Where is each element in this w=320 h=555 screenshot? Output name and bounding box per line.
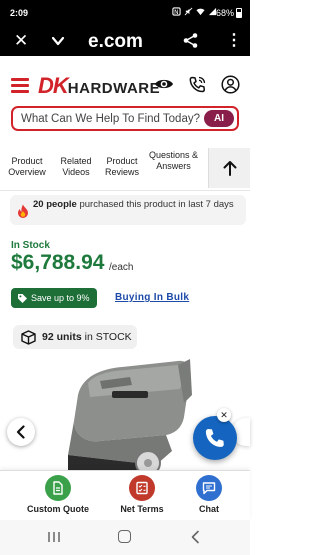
units-label: in STOCK: [81, 331, 132, 343]
purchase-text: purchased this product in last 7 days: [76, 199, 234, 210]
back-icon[interactable]: [190, 530, 200, 544]
purchase-count: 20 people: [33, 199, 77, 210]
purchase-activity-text: 20 people purchased this product in last…: [33, 199, 243, 210]
net-terms-label: Net Terms: [120, 504, 164, 514]
units-in-stock: 92 units in STOCK: [13, 325, 137, 349]
net-terms-button[interactable]: Net Terms: [108, 475, 176, 514]
price-unit: /each: [109, 262, 134, 273]
tab-questions-answers[interactable]: Questions & Answers: [146, 150, 201, 172]
bottom-action-bar: Custom Quote Net Terms Chat: [0, 470, 250, 520]
chat-icon: [196, 475, 222, 501]
user-account-icon[interactable]: [221, 75, 240, 94]
browser-url[interactable]: e.com: [88, 31, 143, 53]
product-tabs: Product Overview Related Videos Product …: [0, 148, 250, 188]
status-icons: N: [172, 7, 217, 16]
buying-in-bulk-link[interactable]: Buying In Bulk: [115, 292, 189, 303]
tab-related-videos[interactable]: Related Videos: [55, 156, 97, 178]
battery-percent: 68%: [215, 8, 234, 18]
custom-quote-button[interactable]: Custom Quote: [22, 475, 94, 514]
chevron-left-icon: [16, 425, 25, 439]
browser-toolbar: ✕ e.com ⋮: [0, 28, 250, 56]
package-icon: [21, 330, 36, 345]
chat-button[interactable]: Chat: [188, 475, 230, 514]
document-icon: [45, 475, 71, 501]
menu-icon[interactable]: [11, 78, 29, 93]
status-bar: 2:09 N 68%: [0, 0, 250, 28]
dk-hardware-logo[interactable]: DK HARDWARE: [38, 73, 161, 98]
tabs-divider: [0, 190, 250, 191]
close-icon[interactable]: ✕: [14, 31, 28, 51]
status-time: 2:09: [10, 8, 29, 18]
checklist-icon: [129, 475, 155, 501]
phone-icon[interactable]: [188, 75, 207, 94]
home-icon[interactable]: [118, 530, 131, 543]
more-vertical-icon[interactable]: ⋮: [226, 33, 242, 49]
custom-quote-label: Custom Quote: [27, 504, 89, 514]
stock-status: In Stock: [11, 240, 50, 251]
wifi-icon: [196, 8, 205, 16]
tab-product-reviews[interactable]: Product Reviews: [101, 156, 143, 178]
product-image[interactable]: [60, 355, 200, 473]
tab-product-overview[interactable]: Product Overview: [5, 156, 49, 178]
share-icon[interactable]: [182, 32, 199, 49]
chevron-down-icon[interactable]: [50, 33, 66, 49]
arrow-up-icon: [223, 161, 237, 176]
nfc-icon: N: [172, 7, 181, 16]
scroll-up-button[interactable]: [208, 148, 250, 188]
call-button[interactable]: [193, 416, 237, 460]
recent-apps-icon[interactable]: [47, 531, 61, 543]
product-price: $6,788.94: [11, 251, 105, 274]
carousel-prev-button[interactable]: [7, 418, 35, 446]
logo-hardware: HARDWARE: [67, 80, 161, 97]
ai-assistant-button[interactable]: AI: [204, 110, 234, 127]
android-nav-bar: [0, 520, 250, 555]
eye-icon[interactable]: [154, 77, 174, 91]
save-badge-label: Save up to 9%: [31, 293, 90, 303]
logo-dk: DK: [38, 73, 69, 98]
site-header: DK HARDWARE: [0, 64, 250, 104]
units-count: 92 units: [42, 331, 82, 343]
phone-icon: [205, 429, 224, 447]
search-input[interactable]: What Can We Help To Find Today? AI: [11, 106, 239, 131]
battery-icon: [236, 8, 242, 18]
svg-text:N: N: [174, 10, 178, 16]
discount-tag-icon: [18, 294, 27, 303]
battery-indicator: 68%: [216, 8, 242, 18]
close-call-widget-icon[interactable]: ✕: [217, 408, 231, 422]
chat-label: Chat: [199, 504, 219, 514]
save-badge: Save up to 9%: [11, 288, 97, 308]
fire-icon: [18, 204, 28, 218]
search-placeholder: What Can We Help To Find Today?: [21, 113, 200, 125]
units-text: 92 units in STOCK: [42, 331, 132, 343]
purchase-activity-banner: 20 people purchased this product in last…: [10, 195, 246, 225]
mute-icon: [184, 7, 193, 16]
